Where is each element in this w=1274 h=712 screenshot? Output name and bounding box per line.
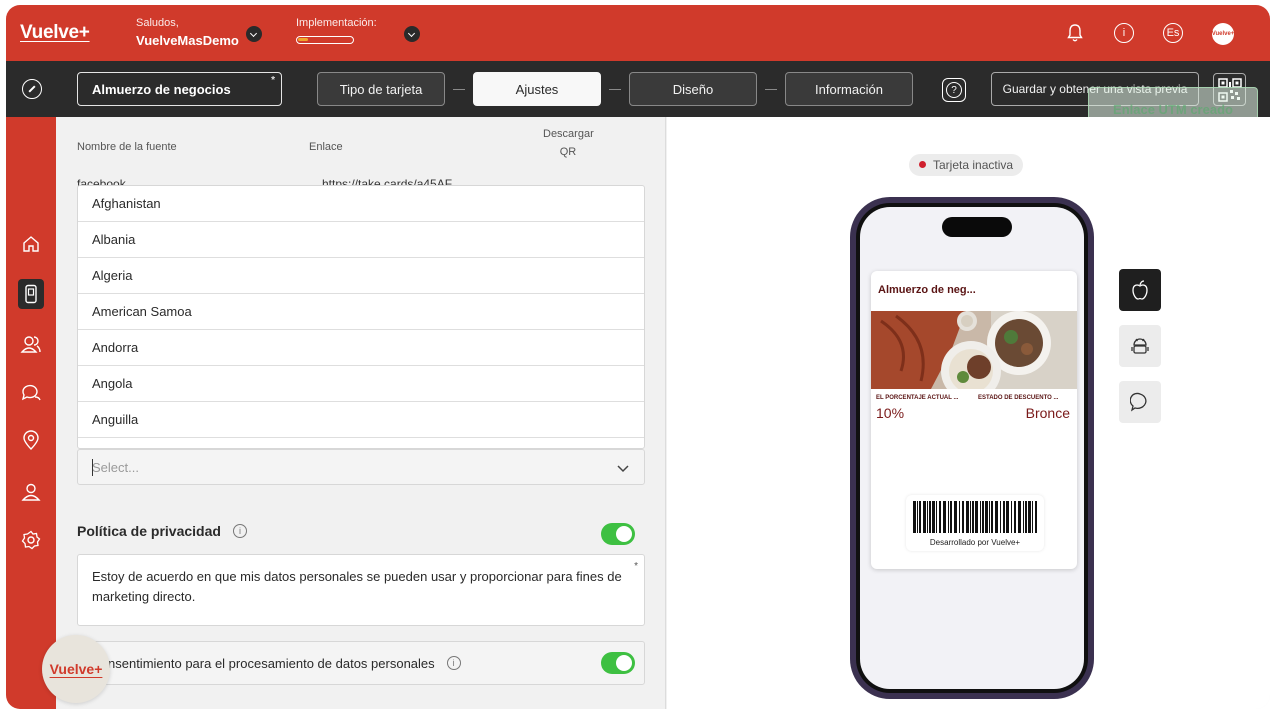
- account-name: VuelveMasDemo: [136, 33, 239, 48]
- settings-panel: Nombre de la fuente Enlace Descargar QR …: [56, 117, 666, 709]
- country-option[interactable]: Afghanistan: [78, 186, 644, 222]
- card-field-label: EL PORCENTAJE ACTUAL ...: [876, 395, 959, 401]
- barcode-block: Desarrollado por Vuelve+: [906, 495, 1044, 551]
- phone-bezel: Almuerzo de neg... EL PORCENTAJE ACTUAL …: [856, 203, 1088, 693]
- privacy-text-area[interactable]: Estoy de acuerdo en que mis datos person…: [77, 554, 645, 626]
- android-preview-button[interactable]: [1119, 325, 1161, 367]
- apple-icon: [1132, 280, 1148, 300]
- column-download-qr: Descargar QR: [543, 128, 594, 158]
- top-header: Vuelve+ Saludos, VuelveMasDemo Implement…: [6, 5, 1270, 61]
- tab-design[interactable]: Diseño: [629, 72, 757, 106]
- tab-card-type[interactable]: Tipo de tarjeta: [317, 72, 445, 106]
- android-icon: [1131, 338, 1149, 354]
- consent-label: nsentimiento para el procesamiento de da…: [108, 655, 435, 671]
- food-photo-image: [871, 311, 1077, 389]
- barcode-image: [913, 501, 1037, 533]
- apple-preview-button[interactable]: [1119, 269, 1161, 311]
- sidebar-item-customers[interactable]: [20, 333, 42, 355]
- implementation-label: Implementación:: [296, 17, 377, 29]
- chevron-down-icon[interactable]: [616, 462, 630, 476]
- consent-toggle[interactable]: [601, 652, 635, 674]
- country-options-list[interactable]: Afghanistan Albania Algeria American Samoa A…: [77, 185, 645, 449]
- country-select-input[interactable]: Select...: [77, 449, 645, 485]
- card-field-label: ESTADO DE DESCUENTO ...: [978, 395, 1059, 401]
- sidebar-item-locations[interactable]: [20, 429, 42, 451]
- chat-icon: [21, 384, 41, 401]
- card-field-value: Bronce: [1025, 405, 1070, 421]
- language-button[interactable]: Es: [1163, 23, 1183, 43]
- sidebar-item-settings[interactable]: [20, 529, 42, 551]
- country-option[interactable]: Algeria: [78, 258, 644, 294]
- account-chevron-down-icon[interactable]: [246, 26, 262, 42]
- account-selector[interactable]: Saludos, VuelveMasDemo: [136, 17, 239, 48]
- brand-logo[interactable]: Vuelve+: [20, 22, 90, 44]
- app-window: Vuelve+ Saludos, VuelveMasDemo Implement…: [6, 5, 1270, 709]
- select-placeholder: Select...: [92, 459, 139, 475]
- tab-divider: [765, 89, 777, 90]
- dynamic-island: [942, 217, 1012, 237]
- user-icon: [21, 483, 41, 501]
- card-status-badge: Tarjeta inactiva: [909, 154, 1024, 176]
- sidebar-nav: [6, 117, 56, 709]
- card-preview-area: Tarjeta inactiva Almuerzo de neg... EL P…: [667, 117, 1270, 709]
- consent-row: nsentimiento para el procesamiento de da…: [77, 641, 645, 685]
- country-option[interactable]: Anguilla: [78, 402, 644, 438]
- location-pin-icon: [23, 430, 39, 450]
- tab-information[interactable]: Información: [785, 72, 913, 106]
- help-button[interactable]: ?: [942, 78, 966, 102]
- sidebar-item-messages[interactable]: [20, 381, 42, 403]
- info-icon[interactable]: i: [446, 656, 461, 670]
- speech-bubble-icon: [1130, 392, 1147, 412]
- card-icon: [25, 284, 37, 304]
- country-option[interactable]: Andorra: [78, 330, 644, 366]
- greeting-label: Saludos,: [136, 17, 179, 29]
- phone-screen: Almuerzo de neg... EL PORCENTAJE ACTUAL …: [860, 207, 1084, 689]
- implementation-progress-bar: [296, 36, 354, 44]
- required-mark: *: [271, 75, 275, 86]
- gear-icon: [21, 530, 41, 550]
- implementation-chevron-down-icon[interactable]: [404, 26, 420, 42]
- tab-divider: [453, 89, 465, 90]
- card-name-input[interactable]: Almuerzo de negocios *: [77, 72, 282, 106]
- country-option[interactable]: Angola: [78, 366, 644, 402]
- implementation-progress-fill: [298, 38, 308, 41]
- implementation-status: Implementación:: [296, 17, 377, 44]
- text-cursor: [92, 459, 93, 476]
- powered-by-label: Desarrollado por Vuelve+: [929, 538, 1021, 547]
- sidebar-item-cards[interactable]: [18, 279, 44, 309]
- users-icon: [20, 336, 41, 353]
- phone-mockup: Almuerzo de neg... EL PORCENTAJE ACTUAL …: [850, 197, 1094, 699]
- floating-brand-badge[interactable]: Vuelve+: [42, 635, 110, 703]
- editor-toolbar: Almuerzo de negocios * Tipo de tarjeta A…: [6, 61, 1270, 117]
- edit-pencil-icon[interactable]: [22, 79, 42, 99]
- bell-icon[interactable]: [1067, 23, 1083, 43]
- country-option[interactable]: Albania: [78, 222, 644, 258]
- home-icon: [23, 236, 39, 252]
- privacy-policy-toggle[interactable]: [601, 523, 635, 545]
- wallet-card-preview: Almuerzo de neg... EL PORCENTAJE ACTUAL …: [871, 271, 1077, 569]
- avatar[interactable]: Vuelve+: [1212, 23, 1234, 45]
- tab-divider: [609, 89, 621, 90]
- card-field-value: 10%: [876, 405, 905, 421]
- card-title: Almuerzo de neg...: [878, 284, 976, 296]
- question-icon: ?: [946, 82, 962, 98]
- country-option[interactable]: American Samoa: [78, 294, 644, 330]
- info-icon[interactable]: i: [232, 524, 247, 538]
- sidebar-item-profile[interactable]: [20, 481, 42, 503]
- column-source-name: Nombre de la fuente: [77, 141, 177, 153]
- privacy-policy-heading: Política de privacidad i: [77, 523, 247, 539]
- sidebar-item-home[interactable]: [20, 233, 42, 255]
- required-mark: *: [634, 561, 638, 572]
- message-preview-button[interactable]: [1119, 381, 1161, 423]
- tab-settings[interactable]: Ajustes: [473, 72, 601, 106]
- column-link: Enlace: [309, 141, 343, 153]
- info-icon[interactable]: i: [1114, 23, 1134, 43]
